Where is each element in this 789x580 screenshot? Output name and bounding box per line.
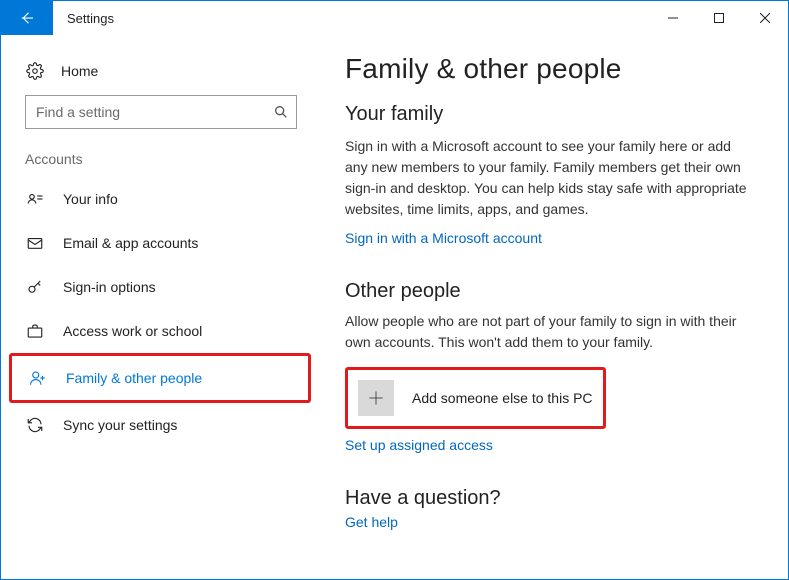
nav-label: Access work or school — [63, 323, 202, 339]
window-title: Settings — [53, 1, 650, 35]
nav-label: Family & other people — [66, 370, 202, 386]
minimize-button[interactable] — [650, 1, 696, 35]
sync-icon — [25, 415, 45, 435]
search-input[interactable] — [25, 95, 297, 129]
nav-your-info[interactable]: Your info — [1, 177, 321, 221]
question-heading: Have a question? — [345, 487, 752, 510]
signin-microsoft-link[interactable]: Sign in with a Microsoft account — [345, 230, 542, 246]
your-family-heading: Your family — [345, 103, 752, 126]
key-icon — [25, 277, 45, 297]
add-someone-highlight: Add someone else to this PC — [345, 367, 606, 429]
window-controls — [650, 1, 788, 35]
sidebar-highlight: Family & other people — [9, 353, 311, 403]
family-icon — [28, 368, 48, 388]
nav-label: Sign-in options — [63, 279, 156, 295]
get-help-link[interactable]: Get help — [345, 514, 398, 530]
settings-window: Settings Home — [0, 0, 789, 580]
nav-label: Email & app accounts — [63, 235, 198, 251]
nav-access-work-school[interactable]: Access work or school — [1, 309, 321, 353]
assigned-access-link[interactable]: Set up assigned access — [345, 437, 493, 453]
mail-icon — [25, 233, 45, 253]
nav-sync-settings[interactable]: Sync your settings — [1, 403, 321, 447]
add-someone-label: Add someone else to this PC — [412, 390, 593, 406]
briefcase-icon — [25, 321, 45, 341]
user-card-icon — [25, 189, 45, 209]
search-icon — [273, 104, 289, 120]
nav-home-label: Home — [61, 63, 98, 79]
back-button[interactable] — [1, 1, 53, 35]
nav-family-other-people[interactable]: Family & other people — [12, 356, 308, 400]
add-someone-button[interactable]: Add someone else to this PC — [356, 376, 595, 420]
arrow-left-icon — [18, 9, 36, 27]
plus-icon — [358, 380, 394, 416]
your-family-body: Sign in with a Microsoft account to see … — [345, 136, 752, 220]
maximize-icon — [714, 13, 724, 23]
nav-signin-options[interactable]: Sign-in options — [1, 265, 321, 309]
minimize-icon — [668, 13, 678, 23]
other-people-heading: Other people — [345, 280, 752, 303]
main-panel: Family & other people Your family Sign i… — [321, 35, 788, 579]
search-wrap — [25, 95, 297, 129]
close-icon — [760, 13, 770, 23]
page-title: Family & other people — [345, 53, 752, 85]
nav-label: Sync your settings — [63, 417, 177, 433]
nav-home[interactable]: Home — [1, 55, 321, 95]
other-people-body: Allow people who are not part of your fa… — [345, 311, 752, 353]
nav-email-accounts[interactable]: Email & app accounts — [1, 221, 321, 265]
gear-icon — [25, 61, 45, 81]
close-button[interactable] — [742, 1, 788, 35]
window-body: Home Accounts Your info Email & app — [1, 35, 788, 579]
category-label: Accounts — [1, 151, 321, 177]
titlebar: Settings — [1, 1, 788, 35]
nav-label: Your info — [63, 191, 118, 207]
maximize-button[interactable] — [696, 1, 742, 35]
sidebar: Home Accounts Your info Email & app — [1, 35, 321, 579]
